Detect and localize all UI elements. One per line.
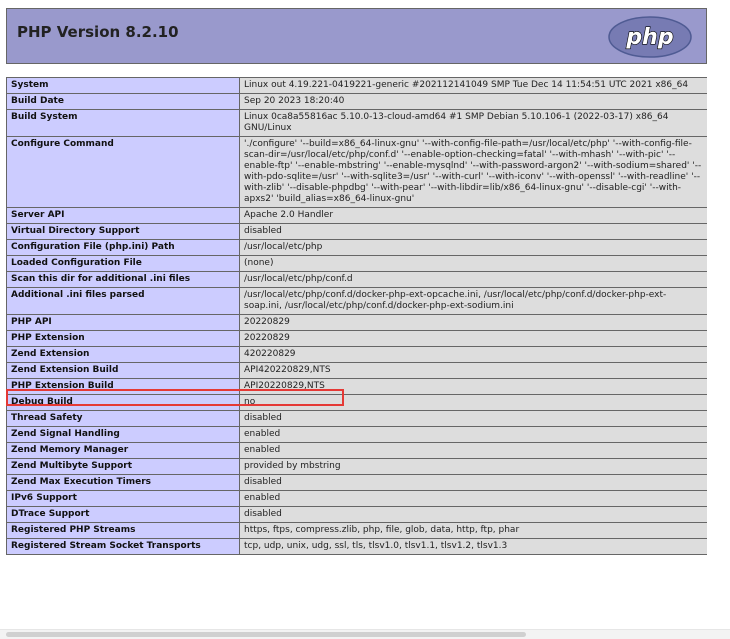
logo-text: php: [625, 25, 673, 50]
table-row: Thread Safety disabled: [6, 410, 707, 427]
row-key: Zend Max Execution Timers: [6, 474, 240, 491]
php-logo[interactable]: php: [608, 16, 692, 58]
table-row: Scan this dir for additional .ini files /…: [6, 271, 707, 288]
row-key: Zend Signal Handling: [6, 426, 240, 443]
table-row: Server API Apache 2.0 Handler: [6, 207, 707, 224]
table-row: Configure Command './configure' '--build=…: [6, 136, 707, 208]
table-row: PHP Extension Build API20220829,NTS: [6, 378, 707, 395]
row-key: Registered Stream Socket Transports: [6, 538, 240, 555]
php-logo-icon: php: [608, 16, 692, 58]
row-value: 20220829: [239, 330, 707, 347]
row-key: Configuration File (php.ini) Path: [6, 239, 240, 256]
row-key: Zend Extension: [6, 346, 240, 363]
table-row: Additional .ini files parsed/usr/local/e…: [6, 287, 707, 315]
table-row: Debug Build no: [6, 394, 707, 411]
row-key: PHP Extension: [6, 330, 240, 347]
row-key: DTrace Support: [6, 506, 240, 523]
table-row: IPv6 Support enabled: [6, 490, 707, 507]
row-value: Apache 2.0 Handler: [239, 207, 707, 224]
row-value: enabled: [239, 490, 707, 507]
scrollbar-thumb[interactable]: [6, 632, 526, 637]
row-key: Additional .ini files parsed: [6, 287, 240, 315]
table-row: System Linux out 4.19.221-0419221-generic…: [6, 77, 707, 94]
row-value: no: [239, 394, 707, 411]
row-key: Debug Build: [6, 394, 240, 411]
row-key: PHP Extension Build: [6, 378, 240, 395]
row-value: API420220829,NTS: [239, 362, 707, 379]
table-row: Registered PHP Streams https, ftps, compr…: [6, 522, 707, 539]
row-key: PHP API: [6, 314, 240, 331]
row-value: tcp, udp, unix, udg, ssl, tls, tlsv1.0, …: [239, 538, 707, 555]
table-row: PHP Extension 20220829: [6, 330, 707, 347]
table-row: Zend Multibyte Support provided by mbstri…: [6, 458, 707, 475]
row-value: './configure' '--build=x86_64-linux-gnu'…: [239, 136, 707, 208]
row-value: https, ftps, compress.zlib, php, file, g…: [239, 522, 707, 539]
table-row: Build Date Sep 20 2023 18:20:40: [6, 93, 707, 110]
row-key: Thread Safety: [6, 410, 240, 427]
php-info-table: System Linux out 4.19.221-0419221-generic…: [6, 77, 707, 555]
row-key: Server API: [6, 207, 240, 224]
row-value: /usr/local/etc/php: [239, 239, 707, 256]
table-row: Virtual Directory Support disabled: [6, 223, 707, 240]
row-key: Configure Command: [6, 136, 240, 208]
row-key: Virtual Directory Support: [6, 223, 240, 240]
table-row: Zend Memory Manager enabled: [6, 442, 707, 459]
row-value: /usr/local/etc/php/conf.d: [239, 271, 707, 288]
php-version-header: PHP Version 8.2.10 php: [6, 8, 707, 64]
table-row: Build System Linux 0ca8a55816ac 5.10.0-13…: [6, 109, 707, 137]
table-row: Registered Stream Socket Transports tcp, …: [6, 538, 707, 555]
row-key: Zend Extension Build: [6, 362, 240, 379]
table-row: Zend Extension Build API420220829,NTS: [6, 362, 707, 379]
row-value: Linux out 4.19.221-0419221-generic #2021…: [239, 77, 707, 94]
row-value: disabled: [239, 223, 707, 240]
row-key: Build Date: [6, 93, 240, 110]
row-value: Linux 0ca8a55816ac 5.10.0-13-cloud-amd64…: [239, 109, 707, 137]
table-row: Configuration File (php.ini) Path/usr/lo…: [6, 239, 707, 256]
row-key: IPv6 Support: [6, 490, 240, 507]
row-key: Loaded Configuration File: [6, 255, 240, 272]
row-value: enabled: [239, 426, 707, 443]
table-row: Zend Extension 420220829: [6, 346, 707, 363]
table-row: DTrace Support disabled: [6, 506, 707, 523]
row-key: Zend Multibyte Support: [6, 458, 240, 475]
table-row: PHP API 20220829: [6, 314, 707, 331]
info-table-container: System Linux out 4.19.221-0419221-generic…: [6, 77, 707, 627]
page-title: PHP Version 8.2.10: [17, 23, 179, 41]
row-key: System: [6, 77, 240, 94]
horizontal-scrollbar[interactable]: [0, 629, 730, 639]
table-row: Loaded Configuration File (none): [6, 255, 707, 272]
table-row: Zend Max Execution Timers disabled: [6, 474, 707, 491]
row-value: provided by mbstring: [239, 458, 707, 475]
row-value: Sep 20 2023 18:20:40: [239, 93, 707, 110]
row-value: API20220829,NTS: [239, 378, 707, 395]
row-value: (none): [239, 255, 707, 272]
row-value: enabled: [239, 442, 707, 459]
row-value: 20220829: [239, 314, 707, 331]
row-value: /usr/local/etc/php/conf.d/docker-php-ext…: [239, 287, 707, 315]
table-row: Zend Signal Handling enabled: [6, 426, 707, 443]
phpinfo-page: PHP Version 8.2.10 php System Linux out 4…: [0, 0, 730, 639]
row-key: Registered PHP Streams: [6, 522, 240, 539]
row-value: 420220829: [239, 346, 707, 363]
row-key: Scan this dir for additional .ini files: [6, 271, 240, 288]
row-value: disabled: [239, 474, 707, 491]
row-value: disabled: [239, 506, 707, 523]
row-value: disabled: [239, 410, 707, 427]
row-key: Build System: [6, 109, 240, 137]
row-key: Zend Memory Manager: [6, 442, 240, 459]
